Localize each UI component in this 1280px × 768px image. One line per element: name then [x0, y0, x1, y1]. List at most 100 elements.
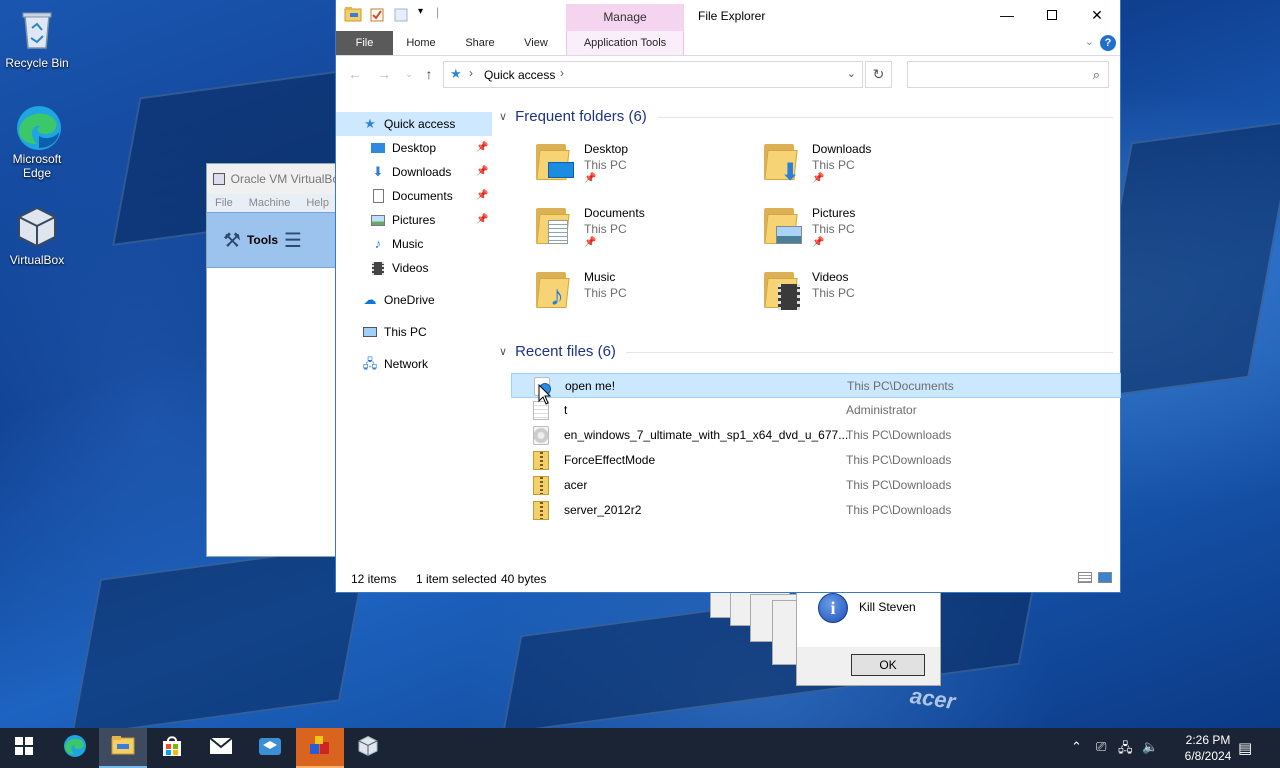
- desktop-icon-virtualbox[interactable]: VirtualBox: [0, 205, 74, 267]
- nav-item-this-pc[interactable]: This PC: [336, 320, 492, 344]
- desktop-icon-edge[interactable]: Microsoft Edge: [0, 104, 74, 180]
- up-arrow-icon[interactable]: ↑: [419, 64, 439, 84]
- frequent-folder-documents[interactable]: Documents This PC 📌: [536, 204, 746, 260]
- taskbar-file-explorer[interactable]: [99, 728, 147, 768]
- device-icon[interactable]: ⎚: [1096, 739, 1106, 755]
- tools-icon: ⚒: [223, 229, 241, 252]
- clock-date: 6/8/2024: [1184, 749, 1232, 763]
- large-icons-view-icon[interactable]: [1098, 572, 1112, 583]
- taskbar-edge[interactable]: [51, 728, 99, 768]
- network-tray-icon[interactable]: 🖧: [1118, 739, 1133, 761]
- frequent-folder-videos[interactable]: Videos This PC: [764, 268, 974, 324]
- start-button[interactable]: [0, 728, 48, 768]
- collapse-chevron-icon: ∨: [499, 110, 508, 123]
- tab-file[interactable]: File: [336, 31, 393, 55]
- folder-icon: [536, 144, 576, 180]
- desktop-icon-label: Microsoft Edge: [12, 152, 62, 180]
- nav-item-quick-access[interactable]: ★ Quick access: [336, 112, 492, 136]
- recent-file-row[interactable]: acer This PC\Downloads: [511, 473, 1121, 498]
- explorer-titlebar[interactable]: ▾ | Manage File Explorer — ✕: [336, 0, 1120, 31]
- address-bar[interactable]: ★ › Quick access › ⌄: [443, 61, 863, 88]
- file-name: acer: [564, 478, 588, 492]
- refresh-button[interactable]: ↻: [865, 61, 892, 88]
- breadcrumb-chevron-icon[interactable]: ›: [469, 66, 473, 80]
- nav-item-onedrive[interactable]: ☁ OneDrive: [336, 288, 492, 312]
- window-title: File Explorer: [698, 9, 766, 23]
- folder-name: Music: [584, 270, 616, 284]
- taskbar-mail[interactable]: [197, 728, 245, 768]
- tab-application-tools[interactable]: Application Tools: [566, 31, 684, 55]
- volume-icon[interactable]: 🔈: [1142, 739, 1158, 755]
- frequent-folder-music[interactable]: ♪ Music This PC: [536, 268, 746, 324]
- maximize-button[interactable]: [1029, 0, 1075, 30]
- virtualbox-window[interactable]: Oracle VM VirtualBo File Machine Help ⚒ …: [206, 163, 336, 557]
- recent-files-header[interactable]: ∨ Recent files (6): [499, 340, 616, 362]
- collapse-chevron-icon: ∨: [499, 345, 508, 358]
- forward-arrow-icon[interactable]: →: [374, 64, 394, 84]
- address-history-dropdown-icon[interactable]: ⌄: [847, 67, 856, 80]
- tab-view[interactable]: View: [516, 31, 556, 55]
- menu-machine[interactable]: Machine: [249, 197, 291, 209]
- list-view-icon[interactable]: ☰: [284, 228, 302, 253]
- nav-item-videos[interactable]: Videos: [336, 256, 492, 280]
- recent-file-row[interactable]: ForceEffectMode This PC\Downloads: [511, 448, 1121, 473]
- frequent-folders-header[interactable]: ∨ Frequent folders (6): [499, 105, 647, 127]
- tab-home[interactable]: Home: [398, 31, 444, 55]
- tab-share[interactable]: Share: [458, 31, 502, 55]
- show-hidden-icons-chevron-icon[interactable]: ⌃: [1071, 739, 1082, 755]
- tab-manage[interactable]: Manage: [566, 4, 684, 31]
- new-folder-qat-icon[interactable]: [394, 8, 408, 28]
- computer-icon: [362, 324, 378, 340]
- recent-file-row[interactable]: t Administrator: [511, 398, 1121, 423]
- recent-file-row[interactable]: server_2012r2 This PC\Downloads: [511, 498, 1121, 523]
- frequent-folder-pictures[interactable]: Pictures This PC 📌: [764, 204, 974, 260]
- taskbar-store[interactable]: [148, 728, 196, 768]
- virtualbox-titlebar[interactable]: Oracle VM VirtualBo: [207, 164, 335, 194]
- file-explorer-window[interactable]: ▾ | Manage File Explorer — ✕ File Home S…: [335, 0, 1121, 593]
- search-input[interactable]: ⌕: [907, 61, 1109, 88]
- recent-locations-chevron-icon[interactable]: ⌄: [399, 64, 419, 84]
- breadcrumb-quick-access[interactable]: Quick access: [484, 68, 555, 82]
- close-button[interactable]: ✕: [1074, 0, 1120, 30]
- edge-icon: [63, 734, 87, 763]
- notifications-icon[interactable]: ▤: [1238, 739, 1252, 757]
- frequent-folder-downloads[interactable]: ⬇ Downloads This PC 📌: [764, 140, 974, 196]
- nav-item-desktop[interactable]: Desktop 📌: [336, 136, 492, 160]
- taskbar-virtualbox[interactable]: [344, 728, 392, 768]
- taskbar-running-app[interactable]: [296, 728, 344, 768]
- nav-item-pictures[interactable]: Pictures 📌: [336, 208, 492, 232]
- pin-icon: 📌: [812, 173, 825, 184]
- menu-help[interactable]: Help: [306, 197, 329, 209]
- virtualbox-app-icon: [213, 173, 225, 185]
- zip-icon: [533, 476, 549, 495]
- expand-ribbon-chevron-icon[interactable]: ⌄: [1085, 35, 1094, 48]
- taskbar-clock[interactable]: 2:26 PM 6/8/2024: [1172, 732, 1244, 764]
- recent-file-row[interactable]: open me! This PC\Documents: [511, 373, 1121, 398]
- pin-icon: 📌: [476, 166, 489, 177]
- menu-file[interactable]: File: [215, 197, 233, 209]
- ribbon-tabs: File Home Share View Application Tools ⌄…: [336, 31, 1120, 56]
- nav-item-documents[interactable]: Documents 📌: [336, 184, 492, 208]
- help-icon[interactable]: ?: [1100, 35, 1116, 51]
- folder-name: Desktop: [584, 142, 629, 156]
- virtualbox-tools-item[interactable]: ⚒ Tools ☰: [207, 212, 335, 268]
- desktop-icon-recycle-bin[interactable]: Recycle Bin: [0, 8, 74, 70]
- frequent-folder-desktop[interactable]: Desktop This PC 📌: [536, 140, 746, 196]
- details-view-icon[interactable]: [1078, 572, 1092, 583]
- ok-button[interactable]: OK: [851, 654, 925, 676]
- nav-item-downloads[interactable]: ⬇ Downloads 📌: [336, 160, 492, 184]
- close-icon: ✕: [1091, 6, 1103, 23]
- file-name: ForceEffectMode: [564, 453, 656, 467]
- store-bag-icon: [161, 735, 183, 762]
- breadcrumb-chevron-icon[interactable]: ›: [560, 66, 564, 80]
- properties-qat-icon[interactable]: [370, 8, 384, 28]
- virtualbox-icon: [357, 735, 379, 762]
- recent-file-row[interactable]: en_windows_7_ultimate_with_sp1_x64_dvd_u…: [511, 423, 1121, 448]
- nav-item-music[interactable]: ♪ Music: [336, 232, 492, 256]
- message-box[interactable]: i Kill Steven OK: [796, 586, 941, 686]
- minimize-button[interactable]: —: [984, 0, 1030, 30]
- nav-item-network[interactable]: 🖧 Network: [336, 352, 492, 376]
- customize-qat-dropdown-icon[interactable]: ▾: [418, 6, 423, 26]
- taskbar-sandbox-app[interactable]: [246, 728, 294, 768]
- back-arrow-icon[interactable]: ←: [345, 64, 365, 84]
